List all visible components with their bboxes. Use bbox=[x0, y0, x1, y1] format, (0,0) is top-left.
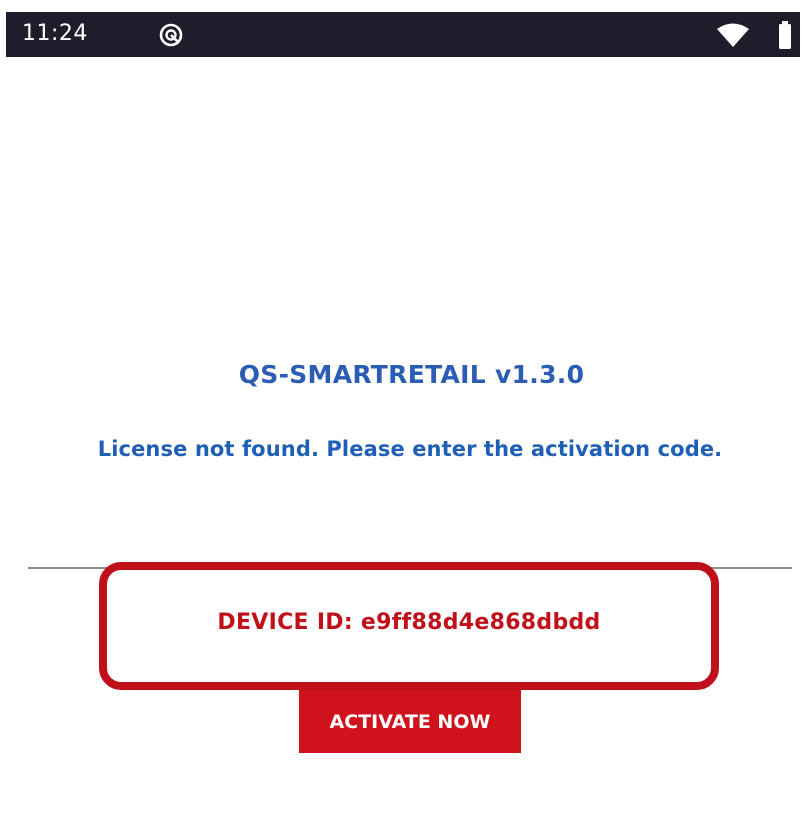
app-title: QS-SMARTRETAIL v1.3.0 bbox=[238, 360, 585, 389]
wifi-icon bbox=[716, 22, 750, 48]
status-time: 11:24 bbox=[22, 21, 88, 46]
device-id-text: DEVICE ID: e9ff88d4e868dbdd bbox=[217, 610, 601, 635]
activation-screen: 11:24 QS-SMARTRETAIL v1.3.0 License not … bbox=[0, 0, 803, 814]
license-message: License not found. Please enter the acti… bbox=[97, 437, 723, 461]
activate-now-button[interactable]: ACTIVATE NOW bbox=[299, 690, 521, 753]
battery-icon bbox=[777, 20, 793, 50]
device-id-box: DEVICE ID: e9ff88d4e868dbdd bbox=[99, 562, 719, 690]
notification-icon bbox=[158, 22, 184, 48]
status-bar: 11:24 bbox=[6, 12, 800, 57]
